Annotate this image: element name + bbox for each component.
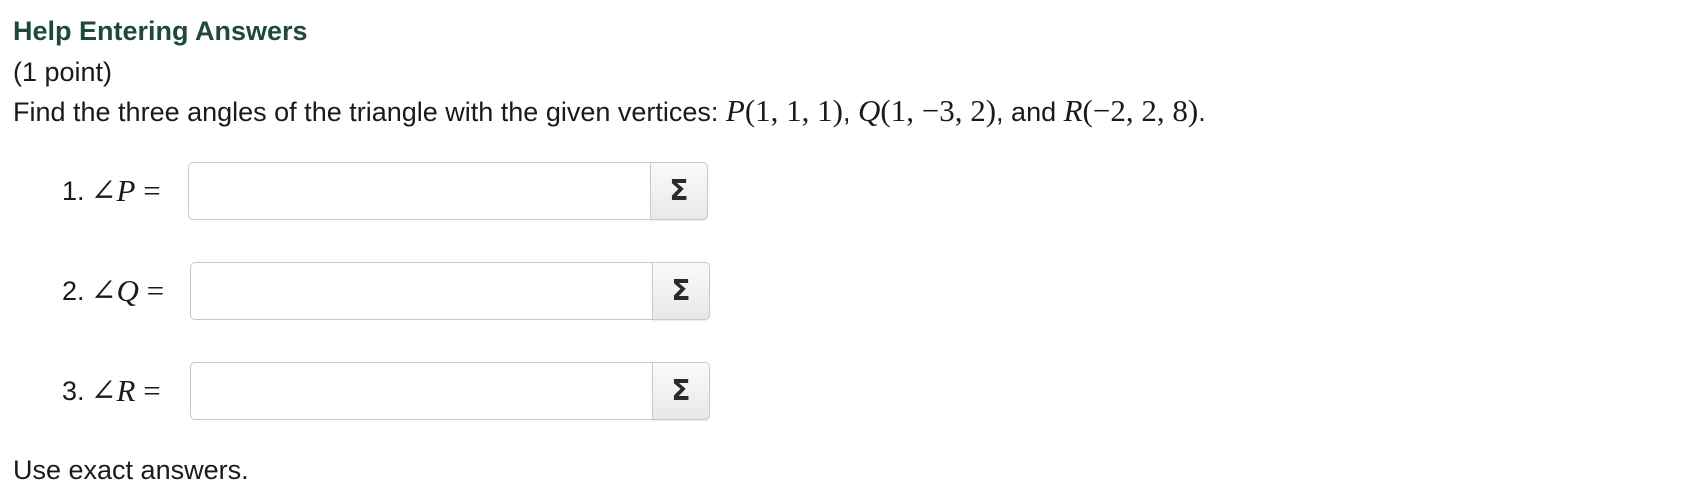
angle-vertex: R <box>116 373 136 408</box>
vertex-q: Q(1, −3, 2) <box>858 93 996 128</box>
equation-editor-button-r[interactable]: Σ <box>652 362 710 420</box>
vertex-q-name: Q <box>858 93 881 128</box>
point-value: (1 point) <box>13 57 113 87</box>
answer-input-group-q: Σ <box>190 262 710 320</box>
answer-number: 1. <box>62 175 85 206</box>
answer-label-r: 3. ∠R = <box>62 373 190 409</box>
angle-expression: ∠P = <box>91 173 161 209</box>
sigma-icon: Σ <box>671 374 691 407</box>
answer-row-q: 2. ∠Q = Σ <box>62 261 710 321</box>
vertex-r-coords: (−2, 2, 8) <box>1082 93 1199 128</box>
problem-statement: Find the three angles of the triangle wi… <box>13 93 1206 129</box>
answer-input-group-r: Σ <box>190 362 710 420</box>
answer-row-r: 3. ∠R = Σ <box>62 361 710 421</box>
equation-editor-button-p[interactable]: Σ <box>650 162 708 220</box>
equals-sign: = <box>135 173 161 208</box>
equation-editor-button-q[interactable]: Σ <box>652 262 710 320</box>
answer-input-group-p: Σ <box>188 162 708 220</box>
angle-expression: ∠Q = <box>91 273 165 309</box>
angle-icon: ∠ <box>90 273 117 308</box>
instructions-note: Use exact answers. <box>13 455 249 485</box>
angle-vertex: P <box>116 173 136 208</box>
vertex-q-coords: (1, −3, 2) <box>880 93 997 128</box>
answer-input-p[interactable] <box>188 162 650 220</box>
vertex-p: P(1, 1, 1) <box>726 93 843 128</box>
sigma-icon: Σ <box>669 174 689 207</box>
help-entering-answers-link[interactable]: Help Entering Answers <box>13 16 308 47</box>
vertex-p-name: P <box>725 93 745 128</box>
answer-input-r[interactable] <box>190 362 652 420</box>
separator-2: , and <box>996 97 1064 127</box>
problem-end: . <box>1198 97 1206 127</box>
angle-vertex: Q <box>116 273 139 308</box>
answer-row-p: 1. ∠P = Σ <box>62 161 708 221</box>
answer-number: 2. <box>62 275 85 306</box>
separator-1: , <box>843 97 859 127</box>
angle-icon: ∠ <box>90 373 117 408</box>
sigma-icon: Σ <box>671 274 691 307</box>
equals-sign: = <box>135 373 161 408</box>
equals-sign: = <box>138 273 165 308</box>
vertex-p-coords: (1, 1, 1) <box>744 93 843 128</box>
answer-number: 3. <box>62 375 85 406</box>
answer-input-q[interactable] <box>190 262 652 320</box>
angle-icon: ∠ <box>90 173 117 208</box>
angle-expression: ∠R = <box>91 373 161 409</box>
vertex-r: R(−2, 2, 8) <box>1064 93 1199 128</box>
problem-text: Find the three angles of the triangle wi… <box>13 97 726 127</box>
answer-label-p: 1. ∠P = <box>62 173 190 209</box>
answer-label-q: 2. ∠Q = <box>62 273 190 309</box>
vertex-r-name: R <box>1063 93 1083 128</box>
